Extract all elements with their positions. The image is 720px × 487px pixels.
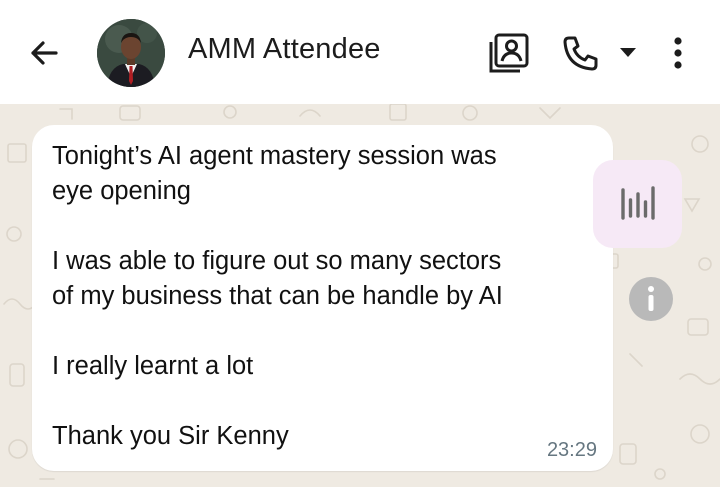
- contact-name[interactable]: AMM Attendee: [188, 33, 381, 66]
- info-icon: [648, 286, 654, 311]
- audio-waveform-icon: [621, 186, 655, 220]
- back-button[interactable]: [24, 34, 64, 74]
- message-line: I was able to figure out so many sectors: [52, 247, 502, 275]
- call-options-dropdown[interactable]: [617, 44, 639, 60]
- more-options-button[interactable]: [668, 34, 688, 74]
- message-line: of my business that can be handle by AI: [52, 282, 503, 310]
- message-line: Tonight’s AI agent mastery session was: [52, 142, 497, 170]
- chat-header: AMM Attendee: [0, 0, 720, 104]
- message-line: I really learnt a lot: [52, 352, 254, 380]
- message-line: eye opening: [52, 177, 191, 205]
- dropdown-caret-icon: [620, 48, 636, 57]
- avatar[interactable]: [97, 19, 165, 87]
- message-timestamp: 23:29: [546, 439, 597, 461]
- message-bubble[interactable]: Tonight’s AI agent mastery session was e…: [32, 125, 613, 471]
- contact-card-button[interactable]: [488, 32, 530, 74]
- back-arrow-icon: [31, 41, 58, 65]
- phone-icon: [563, 36, 598, 71]
- more-vert-icon: [674, 37, 682, 69]
- chat-area[interactable]: Tonight’s AI agent mastery session was e…: [0, 104, 720, 487]
- message-line: Thank you Sir Kenny: [52, 422, 289, 450]
- transcribe-button[interactable]: [593, 160, 682, 248]
- info-button[interactable]: [629, 277, 673, 321]
- message-text: Tonight’s AI agent mastery session was e…: [52, 139, 597, 454]
- contact-card-icon: [489, 33, 529, 73]
- voice-call-button[interactable]: [560, 34, 600, 74]
